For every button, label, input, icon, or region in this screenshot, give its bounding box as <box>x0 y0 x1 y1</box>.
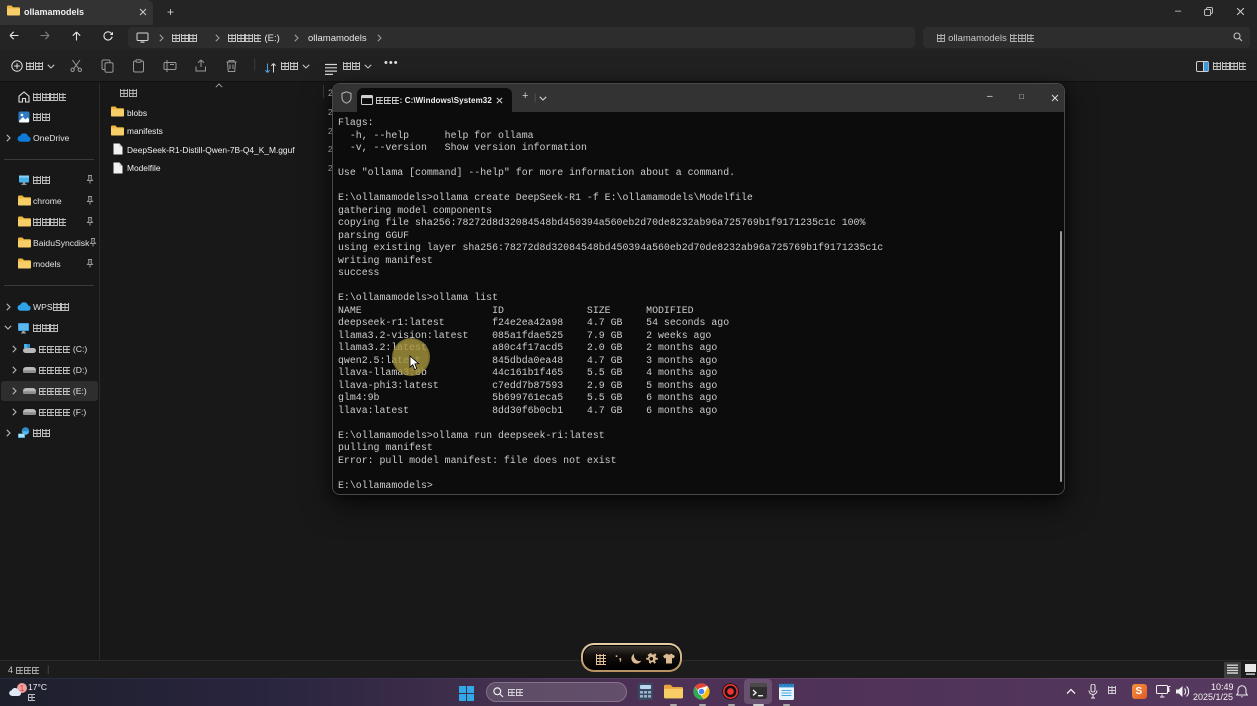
svg-text:1: 1 <box>20 684 25 693</box>
